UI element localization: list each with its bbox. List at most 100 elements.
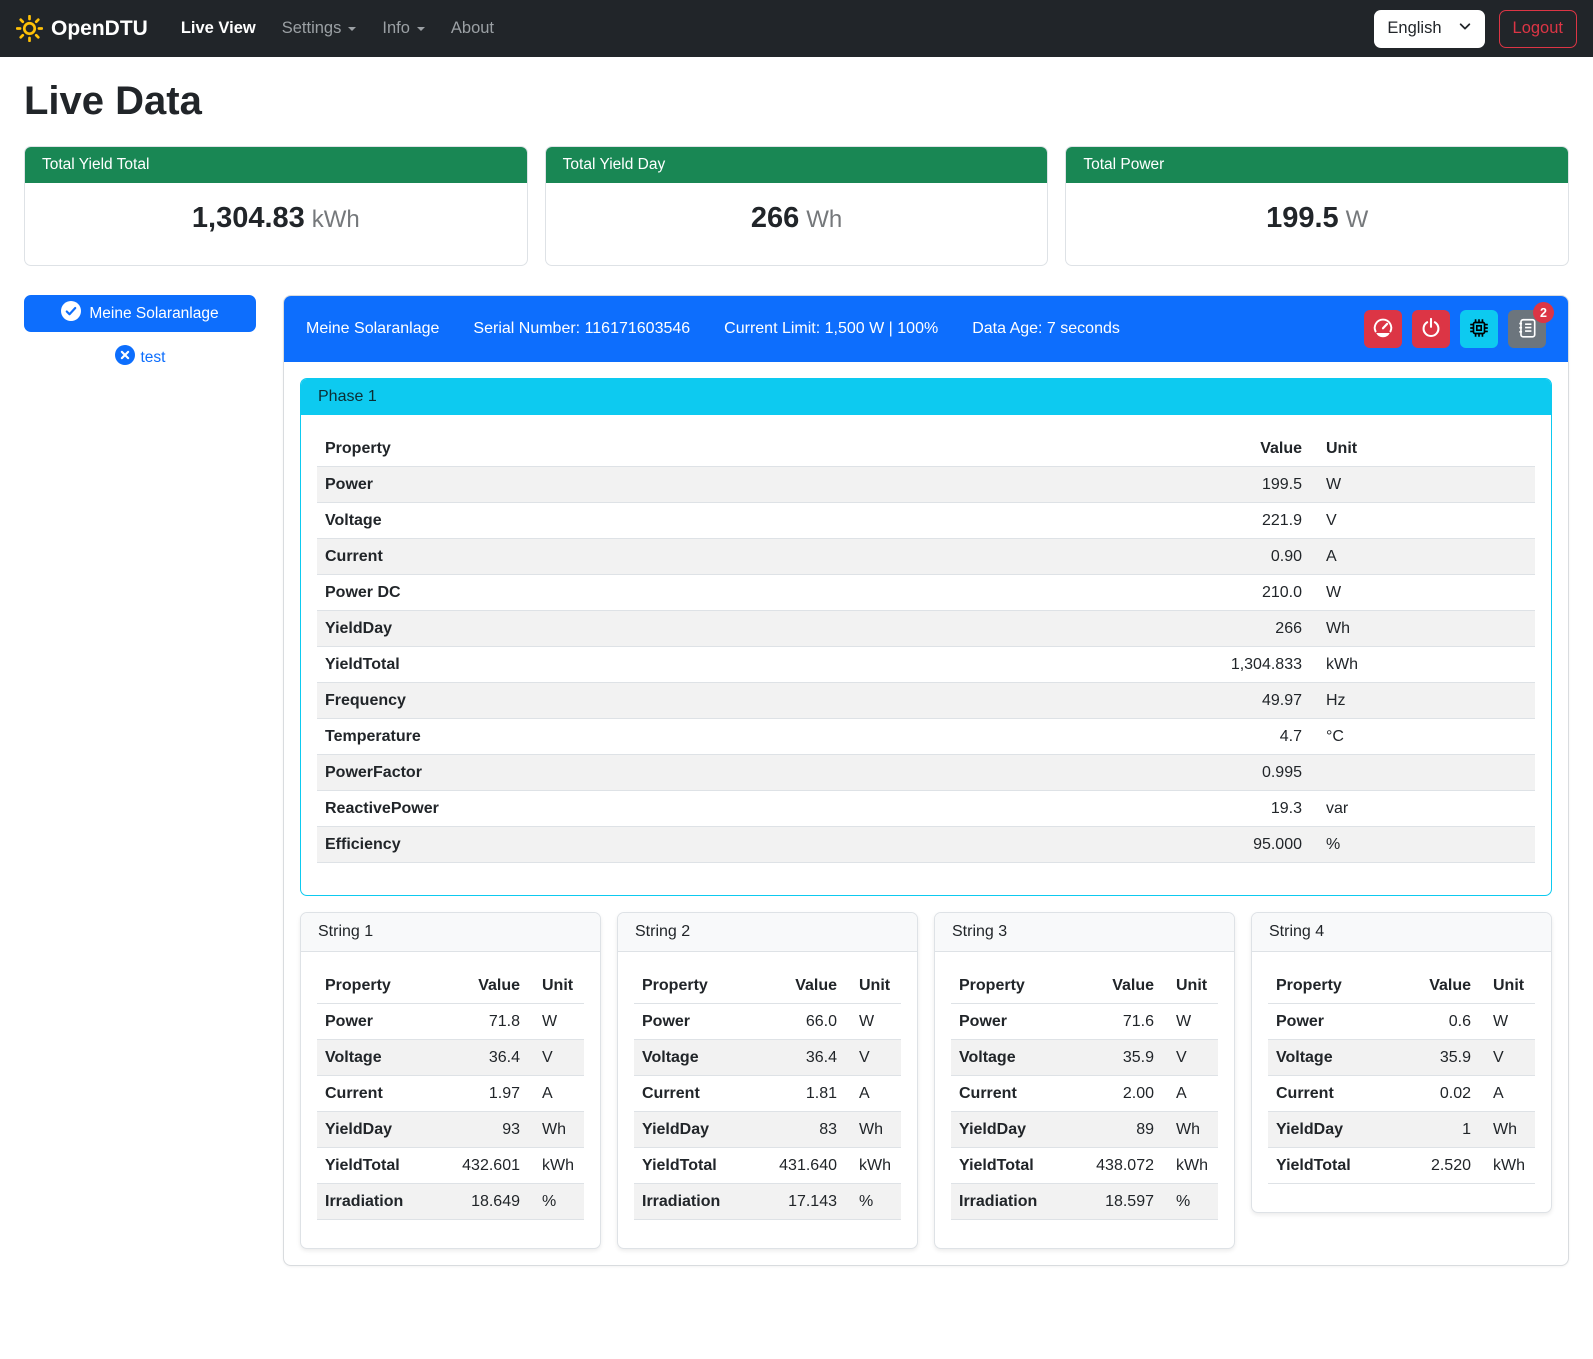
property-cell: YieldTotal (317, 647, 1180, 683)
table-row: PowerFactor0.995 (317, 755, 1535, 791)
table-row: YieldTotal2.520kWh (1268, 1148, 1535, 1184)
content-row: Meine Solaranlage test Meine Solaranlage… (24, 295, 1569, 1278)
table-row: Current0.02A (1268, 1076, 1535, 1112)
unit-cell: A (1310, 539, 1535, 575)
value-cell: 0.6 (1389, 1004, 1479, 1040)
unit-cell: kWh (528, 1148, 584, 1184)
logout-button[interactable]: Logout (1499, 10, 1577, 48)
unit-cell: A (1162, 1076, 1218, 1112)
table-row: YieldDay93Wh (317, 1112, 584, 1148)
property-cell: Efficiency (317, 827, 1180, 863)
power-toggle-button[interactable] (1412, 310, 1450, 348)
phase-table: Property Value Unit Power199.5WVoltage22… (317, 431, 1535, 863)
value-cell: 66.0 (755, 1004, 845, 1040)
inverter-item-test[interactable]: test (24, 345, 256, 370)
nav-item-settings[interactable]: Settings (271, 11, 368, 46)
summary-card-yield-total: Total Yield Total 1,304.83kWh (24, 146, 528, 266)
string-card-title: String 4 (1252, 913, 1551, 952)
property-cell: Irradiation (317, 1184, 438, 1220)
value-cell: 71.6 (1072, 1004, 1162, 1040)
main-container: Live Data Total Yield Total 1,304.83kWh … (0, 79, 1593, 1278)
property-cell: Current (317, 539, 1180, 575)
string-card: String 3 Property Value Unit Power71.6WV… (934, 912, 1235, 1249)
event-log-button[interactable]: 2 (1508, 310, 1546, 348)
property-cell: YieldTotal (951, 1148, 1072, 1184)
inverter-serial: Serial Number: 116171603546 (473, 320, 690, 338)
table-row: YieldTotal431.640kWh (634, 1148, 901, 1184)
nav-item-about[interactable]: About (440, 11, 505, 46)
language-select[interactable]: English (1374, 10, 1484, 48)
column-header-property: Property (951, 968, 1072, 1004)
summary-card-yield-day: Total Yield Day 266Wh (545, 146, 1049, 266)
property-cell: PowerFactor (317, 755, 1180, 791)
property-cell: Irradiation (634, 1184, 755, 1220)
table-row: Power DC210.0W (317, 575, 1535, 611)
property-cell: ReactivePower (317, 791, 1180, 827)
unit-cell: % (1162, 1184, 1218, 1220)
sun-icon (16, 15, 43, 42)
nav-item-live-view[interactable]: Live View (170, 11, 267, 46)
table-row: YieldDay266Wh (317, 611, 1535, 647)
property-cell: Frequency (317, 683, 1180, 719)
column-header-unit: Unit (1162, 968, 1218, 1004)
summary-card-title: Total Power (1066, 147, 1568, 183)
property-cell: Current (1268, 1076, 1389, 1112)
column-header-unit: Unit (845, 968, 901, 1004)
unit-cell: Wh (1162, 1112, 1218, 1148)
string-card: String 1 Property Value Unit Power71.8WV… (300, 912, 601, 1249)
column-header-unit: Unit (528, 968, 584, 1004)
value-cell: 71.8 (438, 1004, 528, 1040)
unit-cell (1310, 755, 1535, 791)
property-cell: Voltage (1268, 1040, 1389, 1076)
inverter-data-age: Data Age: 7 seconds (972, 320, 1120, 338)
summary-card-value: 266 (751, 202, 799, 234)
table-row: Power0.6W (1268, 1004, 1535, 1040)
unit-cell: °C (1310, 719, 1535, 755)
column-header-value: Value (1180, 431, 1310, 467)
property-cell: Current (951, 1076, 1072, 1112)
summary-card-unit: kWh (312, 206, 360, 233)
table-row: Frequency49.97Hz (317, 683, 1535, 719)
unit-cell: Wh (1479, 1112, 1535, 1148)
limit-settings-button[interactable] (1364, 310, 1402, 348)
inverter-actions: 2 (1364, 310, 1546, 348)
value-cell: 49.97 (1180, 683, 1310, 719)
strings-row: String 1 Property Value Unit Power71.8WV… (300, 912, 1552, 1249)
table-row: Voltage35.9V (1268, 1040, 1535, 1076)
table-row: YieldDay1Wh (1268, 1112, 1535, 1148)
device-info-button[interactable] (1460, 310, 1498, 348)
property-cell: Power DC (317, 575, 1180, 611)
table-row: Irradiation18.597% (951, 1184, 1218, 1220)
value-cell: 221.9 (1180, 503, 1310, 539)
value-cell: 438.072 (1072, 1148, 1162, 1184)
nav-item-info[interactable]: Info (371, 11, 436, 46)
column-header-property: Property (634, 968, 755, 1004)
unit-cell: % (528, 1184, 584, 1220)
summary-card-value: 1,304.83 (192, 202, 305, 234)
unit-cell: kWh (845, 1148, 901, 1184)
value-cell: 432.601 (438, 1148, 528, 1184)
value-cell: 1.81 (755, 1076, 845, 1112)
string-card: String 4 Property Value Unit Power0.6WVo… (1251, 912, 1552, 1213)
unit-cell: A (1479, 1076, 1535, 1112)
value-cell: 89 (1072, 1112, 1162, 1148)
table-row: Voltage221.9V (317, 503, 1535, 539)
table-row: Voltage36.4V (317, 1040, 584, 1076)
property-cell: YieldDay (317, 1112, 438, 1148)
value-cell: 2.520 (1389, 1148, 1479, 1184)
table-row: YieldTotal1,304.833kWh (317, 647, 1535, 683)
unit-cell: W (1162, 1004, 1218, 1040)
unit-cell: Wh (845, 1112, 901, 1148)
string-table: Property Value Unit Power0.6WVoltage35.9… (1268, 968, 1535, 1184)
inverter-selector-button[interactable]: Meine Solaranlage (24, 295, 256, 332)
value-cell: 1.97 (438, 1076, 528, 1112)
nav-links: Live View Settings Info About (170, 11, 505, 46)
value-cell: 199.5 (1180, 467, 1310, 503)
property-cell: Power (951, 1004, 1072, 1040)
value-cell: 4.7 (1180, 719, 1310, 755)
brand[interactable]: OpenDTU (16, 15, 148, 42)
inverter-card: Meine Solaranlage Serial Number: 1161716… (283, 295, 1569, 1266)
value-cell: 1 (1389, 1112, 1479, 1148)
table-row: Current0.90A (317, 539, 1535, 575)
unit-cell: V (528, 1040, 584, 1076)
